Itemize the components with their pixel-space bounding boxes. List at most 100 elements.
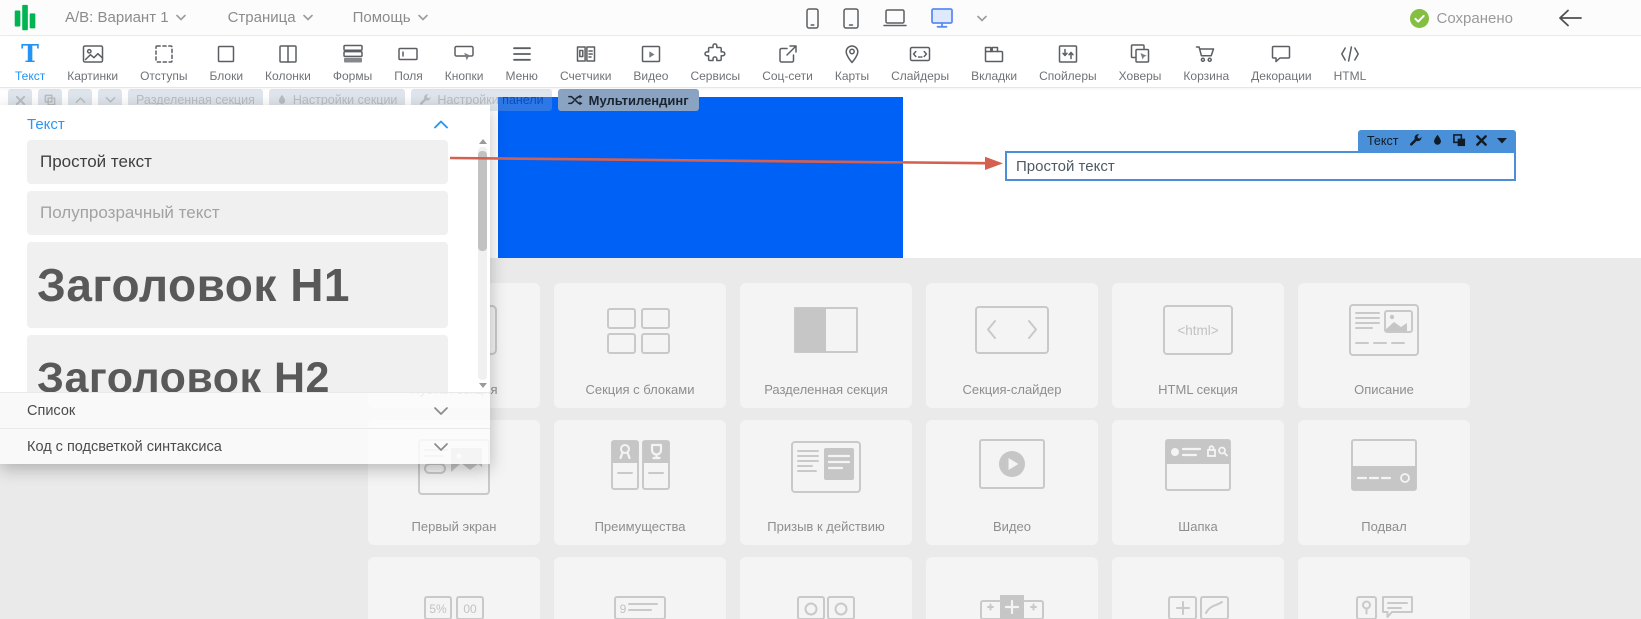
html-section-icon: <html>	[1153, 299, 1243, 363]
device-menu-chevron[interactable]	[977, 15, 987, 22]
element-settings-button[interactable]	[1409, 134, 1422, 147]
widget-item-translucent-text[interactable]: Полупрозрачный текст	[27, 191, 448, 235]
template-card-description[interactable]: Описание	[1298, 283, 1470, 408]
tool-counters[interactable]: Счетчики	[549, 36, 622, 87]
scrollbar-track[interactable]	[478, 147, 487, 380]
element-toolbar: Текст	[1358, 130, 1516, 151]
tool-html[interactable]: HTML	[1323, 36, 1378, 87]
template-card-partial-contacts[interactable]	[1298, 557, 1470, 619]
form-section-icon: 9	[595, 577, 685, 619]
tool-video[interactable]: Видео	[622, 36, 679, 87]
tool-tabs[interactable]: Вкладки	[960, 36, 1028, 87]
tool-text[interactable]: T Текст	[4, 36, 56, 87]
tool-menu[interactable]: Меню	[495, 36, 549, 87]
tool-label: Счетчики	[560, 69, 611, 83]
tool-social[interactable]: Соц-сети	[751, 36, 824, 87]
menu-ab-variant-label: A/B: Вариант 1	[65, 9, 169, 26]
template-card-partial-form[interactable]: 9	[554, 557, 726, 619]
columns-icon	[276, 41, 300, 67]
contacts-section-icon	[1339, 577, 1429, 619]
widget-item-heading-h1[interactable]: Заголовок H1	[27, 242, 448, 328]
spoiler-icon	[1056, 41, 1080, 67]
tool-buttons[interactable]: Кнопки	[434, 36, 495, 87]
tool-label: Слайдеры	[891, 69, 949, 83]
tool-cart[interactable]: Корзина	[1172, 36, 1240, 87]
scrollbar-thumb[interactable]	[478, 151, 487, 251]
call-to-action-icon	[781, 436, 871, 500]
template-card-partial-widgets[interactable]	[1112, 557, 1284, 619]
device-tablet-button[interactable]	[843, 8, 859, 29]
tool-label: Спойлеры	[1039, 69, 1097, 83]
section-templates-grid: Пустая секция Секция с блоками Разделенн…	[368, 283, 1470, 619]
template-card-header[interactable]: Шапка	[1112, 420, 1284, 545]
template-card-partial-counters[interactable]: 5% 00	[368, 557, 540, 619]
logo-icon	[14, 3, 37, 33]
scroll-up-arrow[interactable]	[479, 139, 487, 144]
canvas-area: Разделенная секция Настройки секции Наст…	[0, 88, 1641, 619]
template-card-blocks-section[interactable]: Секция с блоками	[554, 283, 726, 408]
menu-page[interactable]: Страница	[228, 9, 313, 26]
text-element[interactable]: Простой текст	[1005, 151, 1516, 181]
accordion-code[interactable]: Код с подсветкой синтаксиса	[0, 428, 490, 464]
element-delete-button[interactable]	[1476, 135, 1487, 146]
tool-label: Сервисы	[690, 69, 740, 83]
template-card-label: Шапка	[1112, 519, 1284, 534]
template-card-partial-banner[interactable]	[926, 557, 1098, 619]
template-card-video[interactable]: Видео	[926, 420, 1098, 545]
template-card-label: Описание	[1298, 382, 1470, 397]
tool-forms[interactable]: Формы	[322, 36, 383, 87]
accordion-list[interactable]: Список	[0, 392, 490, 428]
template-card-advantages[interactable]: Преимущества	[554, 420, 726, 545]
template-card-split-section[interactable]: Разделенная секция	[740, 283, 912, 408]
menu-help[interactable]: Помощь	[353, 9, 428, 26]
tool-columns[interactable]: Колонки	[254, 36, 322, 87]
menu-help-label: Помощь	[353, 9, 411, 26]
menu-ab-variant[interactable]: A/B: Вариант 1	[65, 9, 186, 26]
chevron-up-icon	[434, 120, 448, 129]
template-card-footer[interactable]: Подвал	[1298, 420, 1470, 545]
tool-blocks[interactable]: Блоки	[199, 36, 255, 87]
tool-decorations[interactable]: Декорации	[1240, 36, 1323, 87]
check-circle-icon	[1410, 9, 1429, 28]
element-more-button[interactable]	[1497, 138, 1507, 144]
template-card-html-section[interactable]: <html> HTML секция	[1112, 283, 1284, 408]
map-pin-icon	[840, 41, 864, 67]
speech-bubble-icon	[1269, 41, 1293, 67]
device-laptop-button[interactable]	[883, 9, 907, 27]
panel-title[interactable]: Текст	[27, 116, 65, 133]
cart-icon	[1194, 41, 1218, 67]
template-card-label: Видео	[926, 519, 1098, 534]
tool-label: Ховеры	[1119, 69, 1162, 83]
template-card-slider-section[interactable]: Секция-слайдер	[926, 283, 1098, 408]
element-style-button[interactable]	[1432, 134, 1443, 147]
widget-item-plain-text[interactable]: Простой текст	[27, 140, 448, 184]
back-button[interactable]	[1557, 8, 1583, 33]
scroll-down-arrow[interactable]	[479, 383, 487, 388]
tool-margins[interactable]: Отступы	[129, 36, 198, 87]
tool-fields[interactable]: Поля	[383, 36, 434, 87]
panel-scrollbar[interactable]	[477, 139, 488, 388]
save-status-label: Сохранено	[1437, 10, 1513, 27]
tool-sliders[interactable]: Слайдеры	[880, 36, 960, 87]
tool-services[interactable]: Сервисы	[679, 36, 751, 87]
device-desktop-button-active[interactable]	[931, 8, 953, 28]
clone-icon	[1453, 134, 1466, 147]
tool-label: Формы	[333, 69, 372, 83]
tool-spoilers[interactable]: Спойлеры	[1028, 36, 1108, 87]
tool-images[interactable]: Картинки	[56, 36, 129, 87]
panel-collapse-button[interactable]	[434, 120, 448, 129]
images-icon	[81, 41, 105, 67]
widget-item-heading-h2[interactable]: Заголовок H2	[27, 335, 448, 392]
device-phone-button[interactable]	[806, 8, 819, 29]
multilanding-button[interactable]: Мультилендинг	[558, 89, 699, 111]
page-blue-section[interactable]	[498, 97, 903, 258]
template-card-partial-gallery[interactable]	[740, 557, 912, 619]
tool-maps[interactable]: Карты	[824, 36, 880, 87]
margins-icon	[152, 41, 176, 67]
template-card-cta[interactable]: Призыв к действию	[740, 420, 912, 545]
accordion-label: Список	[27, 403, 75, 419]
tool-hovers[interactable]: Ховеры	[1108, 36, 1173, 87]
element-clone-button[interactable]	[1453, 134, 1466, 147]
buttons-icon	[452, 41, 476, 67]
app-logo[interactable]	[14, 3, 37, 33]
